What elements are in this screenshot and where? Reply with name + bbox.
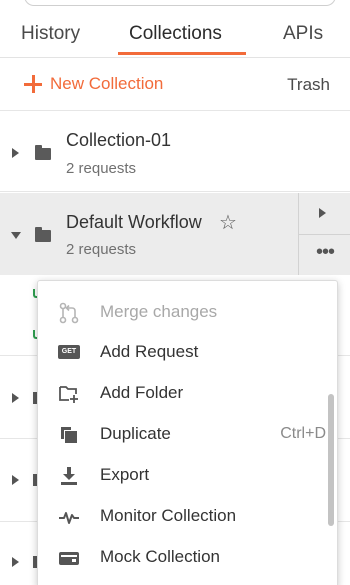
chevron-right-icon[interactable] — [12, 475, 19, 485]
chevron-right-icon[interactable] — [12, 557, 19, 567]
mock-server-icon — [58, 547, 80, 567]
keyboard-shortcut: Ctrl+D — [280, 425, 326, 442]
collection-request-count: 2 requests — [66, 160, 137, 177]
collection-name: Collection-01 — [66, 130, 172, 150]
collection-request-count: 2 requests — [66, 241, 137, 258]
menu-item-label: Mock Collection — [100, 547, 220, 566]
plus-icon — [24, 75, 42, 93]
collection-name: Default Workflow — [66, 212, 202, 232]
collection-row[interactable]: Collection-01 2 requests — [0, 112, 350, 192]
collection-row-selected[interactable]: Default Workflow 2 requests ☆ ••• — [0, 193, 350, 275]
collection-actions: ••• — [298, 193, 350, 275]
tab-apis[interactable]: APIs — [283, 23, 323, 45]
sidebar-tabs: History Collections APIs — [0, 0, 350, 58]
menu-item-label: Monitor Collection — [100, 506, 237, 525]
divider — [299, 234, 350, 235]
chevron-down-icon[interactable] — [11, 232, 21, 239]
menu-item-label: Add Folder — [100, 383, 184, 402]
active-tab-indicator — [118, 52, 246, 55]
more-options-icon[interactable]: ••• — [310, 242, 340, 265]
menu-item-duplicate[interactable]: Duplicate Ctrl+D — [38, 413, 326, 454]
tab-history[interactable]: History — [21, 23, 80, 45]
expand-panel-arrow-icon[interactable] — [319, 208, 326, 218]
menu-item-label: Merge changes — [100, 302, 218, 321]
menu-item-mock-collection[interactable]: Mock Collection — [38, 536, 326, 577]
add-folder-icon — [58, 383, 80, 403]
folder-icon — [35, 145, 51, 160]
export-icon — [58, 465, 80, 485]
menu-item-export[interactable]: Export — [38, 454, 326, 495]
merge-icon — [58, 302, 80, 324]
trash-button[interactable]: Trash — [287, 75, 330, 95]
get-badge: GET — [58, 345, 80, 359]
chevron-right-icon[interactable] — [12, 393, 19, 403]
get-request-icon: GET — [58, 342, 80, 362]
collections-toolbar: New Collection Trash — [0, 58, 350, 111]
collection-context-menu: Merge changes GET Add Request Add Folder… — [37, 280, 338, 585]
chevron-right-icon[interactable] — [12, 148, 19, 158]
menu-item-label: Duplicate — [100, 424, 171, 443]
menu-item-monitor-collection[interactable]: Monitor Collection — [38, 495, 326, 536]
monitor-icon — [58, 506, 80, 526]
menu-item-label: Add Request — [100, 342, 199, 361]
new-collection-label: New Collection — [50, 74, 164, 93]
menu-item-add-folder[interactable]: Add Folder — [38, 372, 326, 413]
menu-item-label: Export — [100, 465, 150, 484]
tab-collections[interactable]: Collections — [129, 23, 222, 45]
star-icon[interactable]: ☆ — [219, 210, 237, 235]
new-collection-button[interactable]: New Collection — [24, 74, 163, 94]
menu-scrollbar[interactable] — [328, 394, 334, 526]
menu-item-add-request[interactable]: GET Add Request — [38, 331, 326, 372]
duplicate-icon — [58, 424, 80, 444]
folder-icon — [35, 227, 51, 242]
menu-item-merge-changes: Merge changes — [38, 291, 326, 332]
